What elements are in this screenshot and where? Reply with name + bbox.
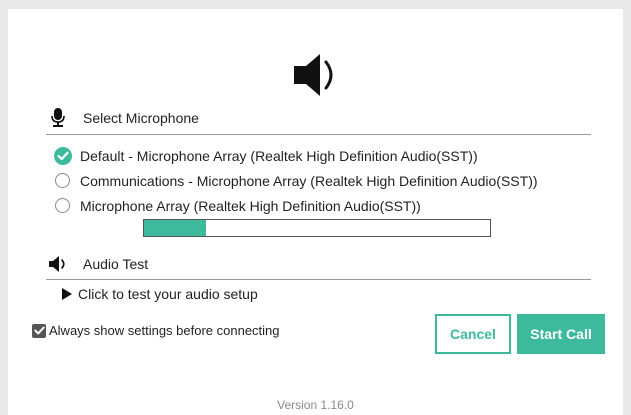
mic-option-communications[interactable]: Communications - Microphone Array (Realt… (55, 168, 538, 193)
microphone-level-meter (143, 219, 491, 237)
radio-button[interactable] (55, 173, 70, 188)
audio-test-label: Audio Test (83, 256, 149, 272)
always-show-label: Always show settings before connecting (49, 323, 280, 338)
mic-option-array[interactable]: Microphone Array (Realtek High Definitio… (55, 193, 538, 218)
mic-option-label: Default - Microphone Array (Realtek High… (80, 147, 478, 164)
mic-option-label: Microphone Array (Realtek High Definitio… (80, 197, 421, 214)
speaker-icon (46, 253, 70, 275)
divider (46, 134, 591, 135)
mic-option-default[interactable]: Default - Microphone Array (Realtek High… (54, 143, 538, 168)
version-text: Version 1.16.0 (277, 398, 354, 412)
microphone-icon (46, 107, 70, 129)
speaker-volume-icon (294, 54, 333, 96)
select-microphone-label: Select Microphone (83, 110, 199, 126)
always-show-settings-toggle[interactable]: Always show settings before connecting (32, 323, 280, 338)
select-microphone-header: Select Microphone (46, 105, 199, 131)
microphone-list: Default - Microphone Array (Realtek High… (54, 143, 538, 218)
check-circle-icon[interactable] (54, 146, 72, 165)
mic-option-label: Communications - Microphone Array (Realt… (80, 172, 538, 189)
start-call-button[interactable]: Start Call (517, 314, 605, 354)
divider (46, 279, 591, 280)
checkbox-checked-icon[interactable] (32, 323, 46, 338)
cancel-button[interactable]: Cancel (435, 314, 511, 354)
radio-button[interactable] (55, 198, 70, 213)
play-icon (62, 288, 72, 300)
test-audio-label: Click to test your audio setup (78, 286, 258, 302)
test-audio-link[interactable]: Click to test your audio setup (62, 286, 258, 302)
microphone-level-fill (144, 220, 207, 236)
audio-test-header: Audio Test (46, 251, 148, 277)
